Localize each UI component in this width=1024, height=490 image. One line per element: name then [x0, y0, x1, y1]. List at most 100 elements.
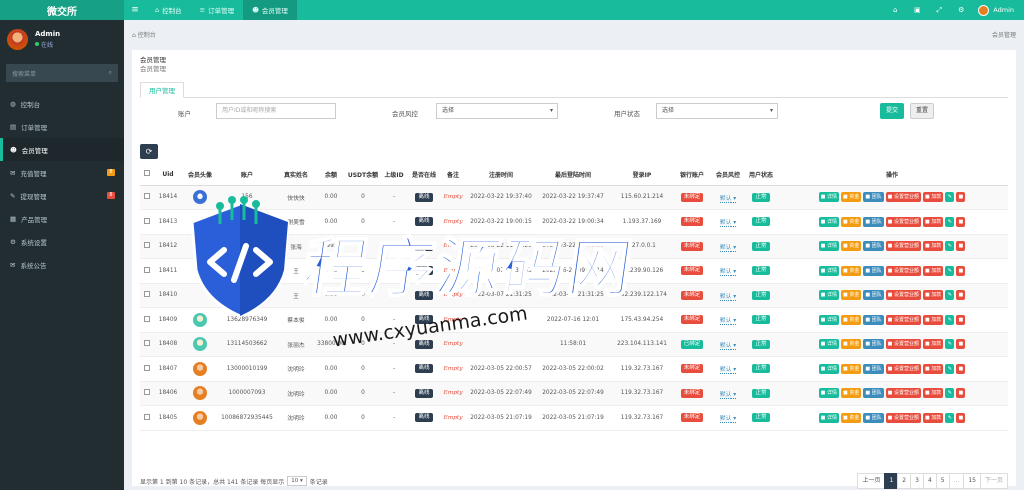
- action-button-5[interactable]: ✎: [945, 339, 955, 350]
- action-button-6[interactable]: ■: [956, 412, 966, 423]
- page-button[interactable]: 2: [897, 473, 912, 489]
- column-header[interactable]: [140, 164, 154, 186]
- user-status-badge[interactable]: 正常: [752, 266, 770, 276]
- action-button-4[interactable]: ■ 加款: [922, 388, 944, 399]
- row-checkbox[interactable]: [144, 217, 150, 224]
- action-button-4[interactable]: ■ 加款: [922, 192, 944, 203]
- top-user-menu[interactable]: Admin: [972, 4, 1024, 16]
- action-button-4[interactable]: ■ 加款: [922, 290, 944, 301]
- next-page-button[interactable]: 下一页: [979, 473, 1008, 489]
- user-status-badge[interactable]: 正常: [752, 217, 770, 227]
- action-button-1[interactable]: ■ 资金: [841, 192, 862, 203]
- chevron-down-icon[interactable]: ▾: [731, 318, 737, 326]
- action-button-1[interactable]: ■ 资金: [841, 388, 862, 399]
- top-tab-1[interactable]: ≡ 订单管理: [191, 0, 243, 20]
- action-button-5[interactable]: ✎: [945, 265, 955, 276]
- action-button-6[interactable]: ■: [956, 363, 966, 374]
- action-button-4[interactable]: ■ 加款: [922, 241, 944, 252]
- action-button-6[interactable]: ■: [956, 216, 966, 227]
- action-button-5[interactable]: ✎: [945, 388, 955, 399]
- action-button-2[interactable]: ■ 团队: [863, 241, 884, 252]
- row-checkbox[interactable]: [144, 413, 150, 420]
- chevron-down-icon[interactable]: ▾: [731, 367, 737, 375]
- top-tab-2[interactable]: ☻ 会员管理: [243, 0, 297, 20]
- risk-control-dropdown[interactable]: 默认: [719, 269, 732, 277]
- row-checkbox[interactable]: [144, 389, 150, 396]
- user-status-badge[interactable]: 正常: [752, 364, 770, 374]
- row-checkbox[interactable]: [144, 291, 150, 298]
- action-button-0[interactable]: ■ 详情: [818, 412, 839, 423]
- action-button-2[interactable]: ■ 团队: [863, 363, 884, 374]
- action-button-2[interactable]: ■ 团队: [863, 339, 884, 350]
- action-button-2[interactable]: ■ 团队: [863, 265, 884, 276]
- remark[interactable]: Empty: [443, 317, 462, 323]
- action-button-6[interactable]: ■: [956, 192, 966, 203]
- home-icon[interactable]: ⌂: [884, 6, 906, 14]
- remark[interactable]: Empty: [443, 341, 462, 347]
- sidebar-item-4[interactable]: ✎ 提现管理 8: [0, 184, 124, 207]
- action-button-1[interactable]: ■ 资金: [841, 363, 862, 374]
- action-button-3[interactable]: ■ 设置营业额: [885, 412, 921, 423]
- sidebar-item-3[interactable]: ✉ 充值管理 8: [0, 161, 124, 184]
- action-button-0[interactable]: ■ 详情: [818, 363, 839, 374]
- action-button-2[interactable]: ■ 团队: [863, 412, 884, 423]
- page-button[interactable]: 1: [884, 473, 899, 489]
- user-status-badge[interactable]: 正常: [752, 339, 770, 349]
- action-button-2[interactable]: ■ 团队: [863, 290, 884, 301]
- action-button-5[interactable]: ✎: [945, 241, 955, 252]
- row-checkbox[interactable]: [144, 315, 150, 322]
- chevron-down-icon[interactable]: ▾: [731, 416, 737, 424]
- sidebar-item-5[interactable]: ▦ 产品管理: [0, 207, 124, 230]
- risk-control-dropdown[interactable]: 默认: [719, 416, 732, 424]
- page-button[interactable]: 3: [910, 473, 924, 489]
- action-button-3[interactable]: ■ 设置营业额: [885, 216, 921, 227]
- row-checkbox[interactable]: [144, 340, 150, 347]
- action-button-5[interactable]: ✎: [945, 314, 955, 325]
- action-button-6[interactable]: ■: [956, 388, 966, 399]
- action-button-3[interactable]: ■ 设置营业额: [885, 363, 921, 374]
- action-button-4[interactable]: ■ 加款: [922, 363, 944, 374]
- action-button-5[interactable]: ✎: [945, 192, 955, 203]
- action-button-3[interactable]: ■ 设置营业额: [885, 339, 921, 350]
- top-tab-0[interactable]: ⌂ 控制台: [146, 0, 191, 20]
- chevron-down-icon[interactable]: ▾: [731, 269, 737, 277]
- action-button-3[interactable]: ■ 设置营业额: [885, 265, 921, 276]
- row-checkbox[interactable]: [144, 266, 150, 273]
- page-button[interactable]: 4: [922, 473, 937, 489]
- action-button-4[interactable]: ■ 加款: [922, 339, 944, 350]
- user-status-badge[interactable]: 正常: [752, 315, 770, 325]
- action-button-1[interactable]: ■ 资金: [841, 314, 862, 325]
- fullscreen-icon[interactable]: ⤢: [928, 6, 950, 15]
- action-button-0[interactable]: ■ 详情: [818, 265, 839, 276]
- remark[interactable]: Empty: [443, 366, 462, 372]
- settings-icon[interactable]: ⚙: [950, 6, 972, 14]
- action-button-5[interactable]: ✎: [945, 290, 955, 301]
- clear-cache-icon[interactable]: ▣: [906, 6, 928, 14]
- remark[interactable]: Empty: [443, 268, 462, 274]
- action-button-3[interactable]: ■ 设置营业额: [885, 241, 921, 252]
- chevron-down-icon[interactable]: ▾: [731, 220, 737, 228]
- remark[interactable]: Empty: [443, 292, 462, 298]
- user-status-badge[interactable]: 正常: [752, 192, 770, 202]
- action-button-1[interactable]: ■ 资金: [841, 339, 862, 350]
- chevron-down-icon[interactable]: ▾: [731, 195, 737, 203]
- action-button-0[interactable]: ■ 详情: [818, 241, 839, 252]
- action-button-0[interactable]: ■ 详情: [818, 290, 839, 301]
- user-status-badge[interactable]: 正常: [752, 241, 770, 251]
- user-status-badge[interactable]: 正常: [752, 388, 770, 398]
- action-button-6[interactable]: ■: [956, 290, 966, 301]
- remark[interactable]: Empty: [443, 390, 462, 396]
- action-button-0[interactable]: ■ 详情: [818, 192, 839, 203]
- account-search-input[interactable]: 用户ID或和昵称搜索: [216, 103, 336, 119]
- action-button-1[interactable]: ■ 资金: [841, 412, 862, 423]
- row-checkbox[interactable]: [144, 193, 150, 200]
- action-button-4[interactable]: ■ 加款: [922, 265, 944, 276]
- sidebar-item-6[interactable]: ⚙ 系统设置: [0, 230, 124, 253]
- risk-select[interactable]: 选择: [436, 103, 558, 119]
- sidebar-item-0[interactable]: ◍ 控制台: [0, 92, 124, 115]
- sidebar-item-7[interactable]: ✉ 系统公告: [0, 253, 124, 276]
- action-button-0[interactable]: ■ 详情: [818, 339, 839, 350]
- action-button-0[interactable]: ■ 详情: [818, 388, 839, 399]
- chevron-down-icon[interactable]: ▾: [731, 293, 737, 301]
- risk-control-dropdown[interactable]: 默认: [719, 220, 732, 228]
